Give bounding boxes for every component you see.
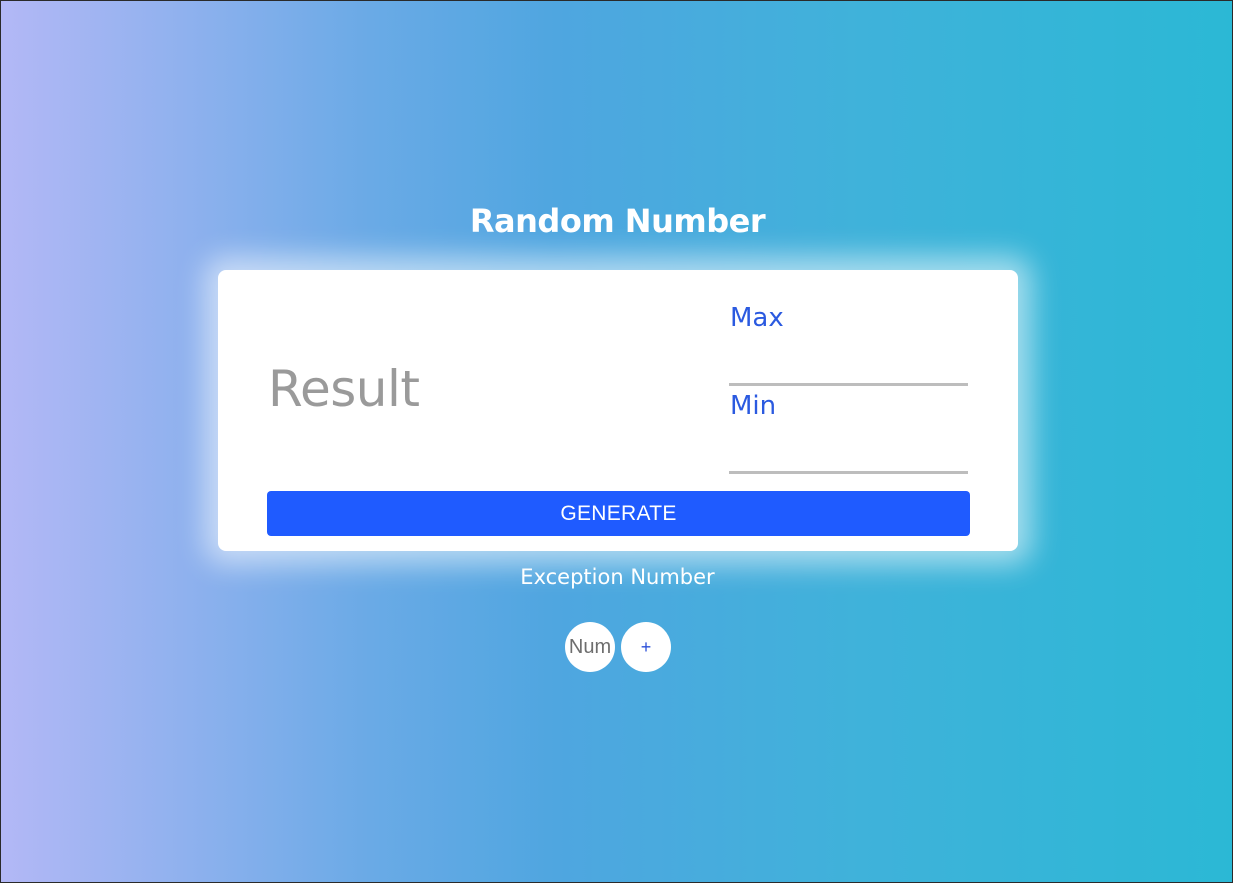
exception-num-input[interactable] — [565, 622, 615, 672]
max-field-wrapper — [729, 298, 968, 386]
max-input[interactable] — [729, 298, 968, 386]
add-exception-button[interactable]: + — [621, 622, 671, 672]
min-input[interactable] — [729, 386, 968, 474]
page-title: Random Number — [469, 202, 766, 240]
result-display: Result — [268, 360, 420, 418]
min-field-wrapper — [729, 386, 968, 474]
generate-button[interactable]: GENERATE — [267, 491, 970, 536]
generator-card: Result GENERATE — [218, 270, 1018, 551]
exception-number-label: Exception Number — [520, 565, 715, 589]
